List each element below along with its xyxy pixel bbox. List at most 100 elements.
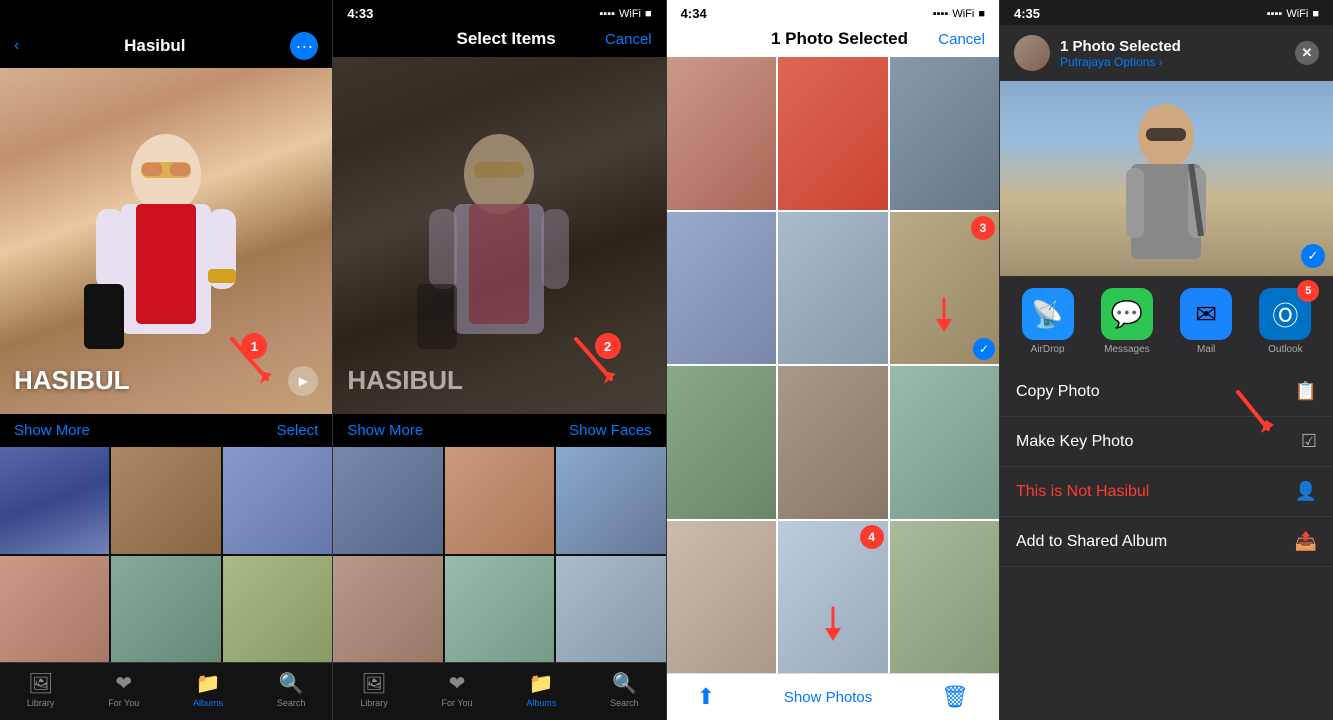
select-button-1[interactable]: Select <box>277 422 319 439</box>
time-2: 4:33 <box>347 6 373 21</box>
mail-label: Mail <box>1197 344 1215 355</box>
t2-albums-label: Albums <box>526 698 556 708</box>
t2-search-icon: 🔍 <box>612 671 637 696</box>
step-badge-3: 3 <box>971 216 995 240</box>
grid-preview-2 <box>333 447 665 662</box>
photo-cell-3-1[interactable] <box>667 57 776 210</box>
step-badge-4: 4 <box>860 525 884 549</box>
preview-person-4 <box>1096 96 1236 276</box>
bottom-action-3: ⬆ Show Photos 🗑 <box>667 673 999 720</box>
red-arrow-5 <box>1228 387 1283 442</box>
tab-library-icon-1: 🖼 <box>28 671 53 696</box>
photo-cell-3-11[interactable]: 4 <box>778 521 887 674</box>
red-arrow-4 <box>813 603 853 643</box>
make-key-photo-label: Make Key Photo <box>1016 433 1133 451</box>
nav-bar-3: 1 Photo Selected Cancel <box>667 25 999 57</box>
action-copy-photo[interactable]: Copy Photo 📋 <box>1000 367 1333 417</box>
status-icons-2: ▪▪▪▪ WiFi ■ <box>599 8 651 20</box>
tab-library-label-1: Library <box>27 698 55 708</box>
grid-cell-1-4 <box>0 556 109 663</box>
g2c6 <box>556 556 665 663</box>
status-icons-3: ▪▪▪▪ WiFi ■ <box>933 8 985 20</box>
photo-cell-3-9[interactable] <box>890 366 999 519</box>
status-bar-4: 4:35 ▪▪▪▪ WiFi ■ <box>1000 0 1333 25</box>
tab-search-1[interactable]: 🔍 Search <box>277 671 306 708</box>
add-shared-label: Add to Shared Album <box>1016 533 1167 551</box>
photo-cell-3-2[interactable] <box>778 57 887 210</box>
more-button-1[interactable]: ··· <box>290 32 318 60</box>
not-hasibul-label: This is Not Hasibul <box>1016 483 1149 501</box>
g2c5 <box>445 556 554 663</box>
app-airdrop[interactable]: 📡 AirDrop <box>1022 288 1074 355</box>
g2c2 <box>445 447 554 554</box>
action-make-key-photo[interactable]: Make Key Photo ☑ <box>1000 417 1333 467</box>
panel-4: 4:35 ▪▪▪▪ WiFi ■ 1 Photo Selected Putraj… <box>1000 0 1333 720</box>
make-key-photo-icon: ☑ <box>1301 431 1317 452</box>
tab-bar-2: 🖼 Library ❤ For You 📁 Albums 🔍 Search <box>333 662 665 720</box>
cancel-button-3[interactable]: Cancel <box>938 31 985 48</box>
photo-cell-3-7[interactable] <box>667 366 776 519</box>
step-badge-5: 5 <box>1297 280 1319 302</box>
photo-cell-3-4[interactable] <box>667 212 776 365</box>
app-messages[interactable]: 💬 Messages <box>1101 288 1153 355</box>
tab-bar-1: 🖼 Library ❤ For You 📁 Albums 🔍 Search <box>0 662 332 720</box>
grid-cell-1-3 <box>223 447 332 554</box>
show-more-2[interactable]: Show More <box>347 422 423 439</box>
app-mail[interactable]: ✉ Mail <box>1180 288 1232 355</box>
status-bar-2: 4:33 ▪▪▪▪ WiFi ■ <box>333 0 665 25</box>
grid-cell-1-2 <box>111 447 220 554</box>
airdrop-icon: 📡 <box>1022 288 1074 340</box>
t2-library-label: Library <box>360 698 388 708</box>
tab-foryou-label-1: For You <box>108 698 139 708</box>
photo-cell-3-6[interactable]: ✓ 3 <box>890 212 999 365</box>
tab-search-label-1: Search <box>277 698 306 708</box>
wifi-icon-2: WiFi <box>619 8 641 20</box>
header-subtitle-4: Putrajaya Options › <box>1060 55 1285 69</box>
time-3: 4:34 <box>681 6 707 21</box>
red-arrow-3 <box>924 294 964 334</box>
bottom-bar-1: Show More Select <box>0 414 332 447</box>
photo-cell-3-10[interactable] <box>667 521 776 674</box>
signal-icon-4: ▪▪▪▪ <box>1267 8 1283 20</box>
show-photos-label[interactable]: Show Photos <box>784 689 872 706</box>
back-button-1[interactable]: ‹ <box>14 37 19 55</box>
t2-foryou-icon: ❤ <box>449 671 466 696</box>
share-header-4: 1 Photo Selected Putrajaya Options › ✕ <box>1000 25 1333 81</box>
copy-photo-icon: 📋 <box>1295 381 1317 402</box>
cancel-button-2[interactable]: Cancel <box>605 31 652 48</box>
action-list-4: Copy Photo 📋 Make Key Photo ☑ This is No… <box>1000 367 1333 720</box>
panel-3: 4:34 ▪▪▪▪ WiFi ■ 1 Photo Selected Cancel… <box>667 0 1000 720</box>
t2-foryou-label: For You <box>442 698 473 708</box>
avatar-4 <box>1014 35 1050 71</box>
show-faces-button[interactable]: Show Faces <box>569 422 652 439</box>
panel-2: 4:33 ▪▪▪▪ WiFi ■ Select Items Cancel HAS… <box>333 0 666 720</box>
action-add-shared[interactable]: Add to Shared Album 📤 <box>1000 517 1333 567</box>
tab-library-2[interactable]: 🖼 Library <box>360 671 388 708</box>
trash-button-3[interactable]: 🗑 <box>941 684 969 710</box>
photo-cell-3-8[interactable] <box>778 366 887 519</box>
grid-cell-1-1 <box>0 447 109 554</box>
close-button-4[interactable]: ✕ <box>1295 41 1319 65</box>
app-outlook[interactable]: Ⓞ Outlook 5 <box>1259 288 1311 355</box>
photo-cell-3-5[interactable] <box>778 212 887 365</box>
nav-bar-2: Select Items Cancel <box>333 25 665 57</box>
grid-cell-1-5 <box>111 556 220 663</box>
messages-icon: 💬 <box>1101 288 1153 340</box>
tab-foryou-icon-1: ❤ <box>115 671 132 696</box>
t2-search-label: Search <box>610 698 639 708</box>
signal-icon-2: ▪▪▪▪ <box>599 8 615 20</box>
copy-photo-label: Copy Photo <box>1016 383 1100 401</box>
tab-albums-1[interactable]: 📁 Albums <box>193 671 223 708</box>
photo-cell-3-3[interactable] <box>890 57 999 210</box>
hero-image-2: HASIBUL 2 <box>333 57 665 414</box>
preview-image-4: ✓ <box>1000 81 1333 276</box>
tab-foryou-1[interactable]: ❤ For You <box>108 671 139 708</box>
tab-search-2[interactable]: 🔍 Search <box>610 671 639 708</box>
action-not-hasibul[interactable]: This is Not Hasibul 👤 <box>1000 467 1333 517</box>
tab-albums-2[interactable]: 📁 Albums <box>526 671 556 708</box>
tab-foryou-2[interactable]: ❤ For You <box>442 671 473 708</box>
tab-library-1[interactable]: 🖼 Library <box>27 671 55 708</box>
photo-cell-3-12[interactable] <box>890 521 999 674</box>
share-button-3[interactable]: ⬆ <box>697 684 715 710</box>
show-more-1[interactable]: Show More <box>14 422 90 439</box>
